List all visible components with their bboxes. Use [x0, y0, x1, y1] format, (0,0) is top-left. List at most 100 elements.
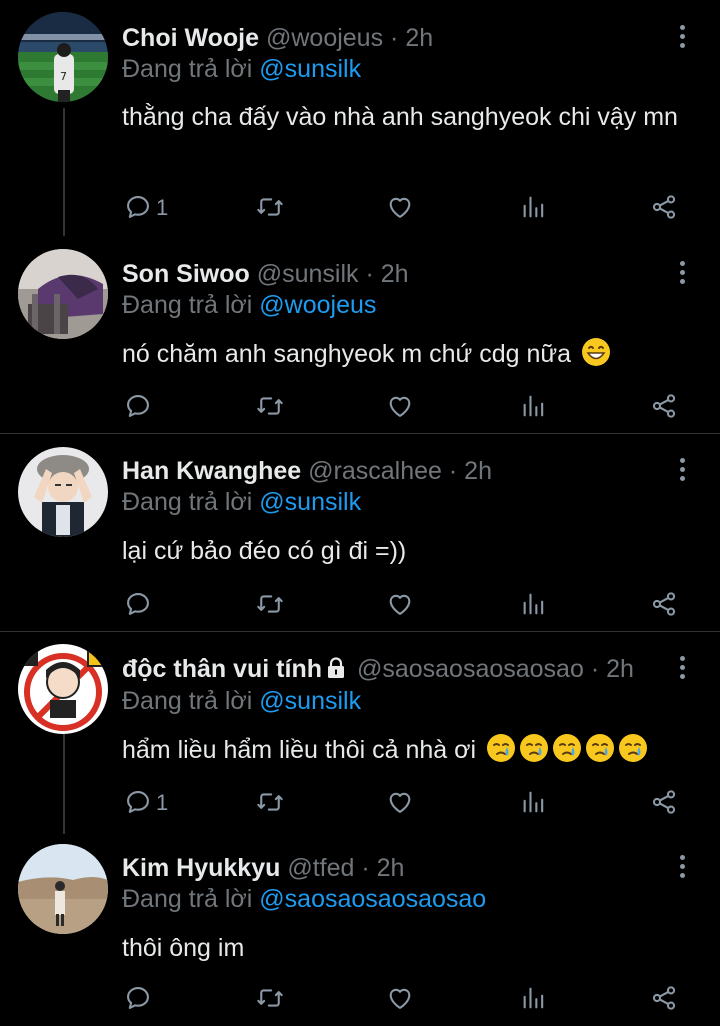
reply-button[interactable] [124, 984, 184, 1014]
replying-to-label: Đang trả lời [122, 885, 253, 913]
reply-icon [127, 987, 149, 1009]
reply-count: 1 [156, 790, 169, 815]
display-name[interactable]: Kim Hyukkyu [122, 854, 280, 882]
tweet[interactable]: Choi Wooje @woojeus · 2h Đang trả lời @s… [0, 0, 720, 236]
tweet-header: Kim Hyukkyu @tfed · 2h [122, 852, 404, 884]
username-handle[interactable]: @woojeus [266, 24, 383, 52]
mention-link[interactable]: @woojeus [259, 291, 376, 319]
tweet-header: Son Siwoo @sunsilk · 2h [122, 258, 409, 290]
crying-face-emoji [487, 734, 516, 762]
like-button[interactable] [386, 193, 416, 223]
like-icon [389, 792, 411, 813]
views-icon [523, 196, 544, 218]
tweet-text-content: nó chăm anh sanghyeok m chứ cdg nữa [122, 340, 572, 368]
share-button[interactable] [650, 392, 680, 422]
share-icon [652, 986, 676, 1010]
more-options-icon[interactable] [672, 22, 694, 52]
reply-icon [127, 791, 149, 813]
display-name[interactable]: Choi Wooje [122, 24, 259, 52]
lock-icon [328, 657, 344, 678]
reply-button[interactable]: 1 [124, 788, 184, 818]
reply-count: 1 [156, 195, 169, 220]
share-icon [652, 195, 676, 219]
timestamp[interactable]: · 2h [390, 24, 433, 52]
tweet[interactable]: Kim Hyukkyu @tfed · 2h Đang trả lời @sao… [0, 834, 720, 1026]
action-bar [0, 590, 720, 620]
tweet-header: độc thân vui tính @saosaosaosaosao · 2h [122, 653, 634, 685]
timestamp[interactable]: · 2h [365, 260, 408, 288]
tweet[interactable]: Han Kwanghee @rascalhee · 2h Đang trả lờ… [0, 434, 720, 631]
mention-link[interactable]: @sunsilk [259, 55, 361, 83]
tweet-text: thôi ông im [122, 928, 682, 968]
display-name[interactable]: độc thân vui tính [122, 655, 322, 683]
more-options-icon[interactable] [672, 852, 694, 882]
views-icon [523, 395, 544, 417]
action-bar [0, 392, 720, 422]
like-button[interactable] [386, 590, 416, 620]
retweet-button[interactable] [256, 590, 286, 620]
replying-to-label: Đang trả lời [122, 291, 253, 319]
views-button[interactable] [520, 193, 550, 223]
username-handle[interactable]: @tfed [287, 854, 354, 882]
tweet-text-content: thằng cha đấy vào nhà anh sanghyeok chi … [122, 103, 678, 131]
retweet-icon [257, 198, 283, 216]
share-icon [652, 592, 676, 616]
replying-to: Đang trả lời @sunsilk [122, 486, 361, 518]
retweet-button[interactable] [256, 392, 286, 422]
crying-face-emoji [553, 734, 582, 762]
tweet[interactable]: Son Siwoo @sunsilk · 2h Đang trả lời @wo… [0, 236, 720, 433]
display-name[interactable]: Han Kwanghee [122, 457, 301, 485]
action-bar: 1 [0, 193, 720, 223]
tweet-text: hẩm liều hẩm liều thôi cả nhà ơi [122, 730, 702, 770]
timestamp[interactable]: · 2h [361, 854, 404, 882]
views-button[interactable] [520, 984, 550, 1014]
timestamp[interactable]: · 2h [449, 457, 492, 485]
mention-link[interactable]: @saosaosaosaosao [259, 885, 486, 913]
crying-face-emoji [586, 734, 615, 762]
mention-link[interactable]: @sunsilk [259, 687, 361, 715]
crying-face-emoji [520, 734, 549, 762]
tweet-text-content: thôi ông im [122, 934, 245, 962]
share-button[interactable] [650, 193, 680, 223]
like-button[interactable] [386, 392, 416, 422]
replying-to-label: Đang trả lời [122, 488, 253, 516]
views-icon [523, 593, 544, 615]
reply-icon [127, 196, 149, 218]
tweet-text: lại cứ bảo đéo có gì đi =)) [122, 531, 682, 571]
more-options-icon[interactable] [672, 653, 694, 683]
share-button[interactable] [650, 788, 680, 818]
like-button[interactable] [386, 788, 416, 818]
reply-button[interactable]: 1 [124, 193, 184, 223]
timestamp[interactable]: · 2h [591, 655, 634, 683]
more-options-icon[interactable] [672, 455, 694, 485]
retweet-button[interactable] [256, 193, 286, 223]
more-options-icon[interactable] [672, 258, 694, 288]
share-button[interactable] [650, 590, 680, 620]
views-button[interactable] [520, 392, 550, 422]
views-icon [523, 791, 544, 813]
retweet-icon [257, 793, 283, 811]
action-bar [0, 984, 720, 1014]
username-handle[interactable]: @rascalhee [308, 457, 442, 485]
replying-to-label: Đang trả lời [122, 55, 253, 83]
views-button[interactable] [520, 590, 550, 620]
retweet-icon [257, 397, 283, 415]
like-button[interactable] [386, 984, 416, 1014]
share-icon [652, 394, 676, 418]
mention-link[interactable]: @sunsilk [259, 488, 361, 516]
tweet[interactable]: độc thân vui tính @saosaosaosaosao · 2h … [0, 632, 720, 833]
share-icon [652, 790, 676, 814]
display-name[interactable]: Son Siwoo [122, 260, 250, 288]
username-handle[interactable]: @sunsilk [257, 260, 359, 288]
tweet-text: nó chăm anh sanghyeok m chứ cdg nữa [122, 334, 682, 374]
reply-button[interactable] [124, 392, 184, 422]
share-button[interactable] [650, 984, 680, 1014]
reply-button[interactable] [124, 590, 184, 620]
views-button[interactable] [520, 788, 550, 818]
retweet-button[interactable] [256, 984, 286, 1014]
tweet-text: thằng cha đấy vào nhà anh sanghyeok chi … [122, 97, 682, 137]
replying-to: Đang trả lời @sunsilk [122, 53, 361, 85]
retweet-button[interactable] [256, 788, 286, 818]
username-handle[interactable]: @saosaosaosaosao [357, 655, 584, 683]
tweet-header: Han Kwanghee @rascalhee · 2h [122, 455, 492, 487]
